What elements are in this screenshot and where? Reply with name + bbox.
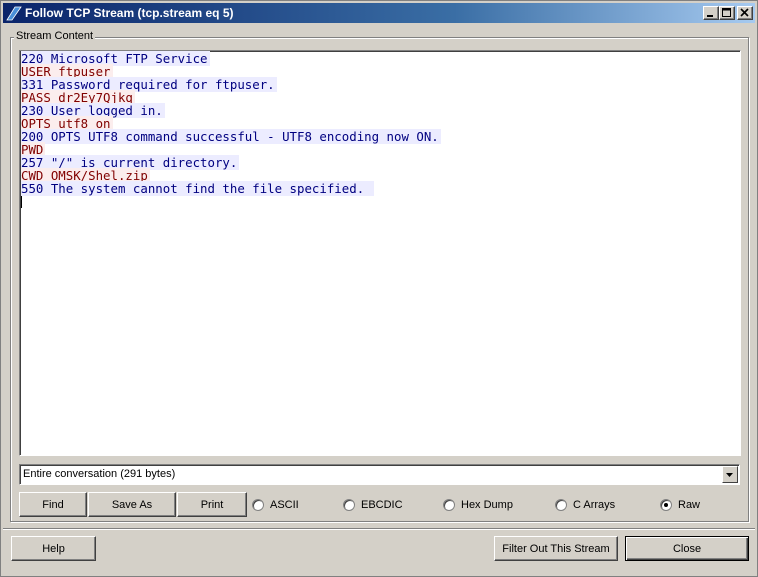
server-line: 230 User logged in. [21,103,740,118]
radio-label: Raw [678,499,701,511]
radio-button-icon[interactable] [555,499,567,511]
radio-label: EBCDIC [361,499,403,511]
radio-hex-dump[interactable]: Hex Dump [443,498,513,512]
close-window-button[interactable] [737,6,753,20]
minimize-icon [707,15,713,17]
radio-ebcdic[interactable]: EBCDIC [343,498,403,512]
help-button[interactable]: Help [11,536,96,561]
server-line: 200 OPTS UTF8 command successful - UTF8 … [21,129,740,144]
stream-content-label: Stream Content [14,30,96,42]
follow-tcp-stream-window: Follow TCP Stream (tcp.stream eq 5) Stre… [0,0,758,577]
find-button-label: Find [42,498,64,511]
print-button[interactable]: Print [177,492,247,517]
radio-button-icon[interactable] [343,499,355,511]
footer-divider [3,528,755,530]
window-title: Follow TCP Stream (tcp.stream eq 5) [25,6,234,20]
close-button-label: Close [672,542,702,555]
radio-raw[interactable]: Raw [660,498,700,512]
conversation-select[interactable]: Entire conversation (291 bytes) [19,464,740,485]
radio-label: Hex Dump [461,499,513,511]
dropdown-button[interactable] [722,466,738,483]
help-button-label: Help [42,542,65,555]
radio-button-icon[interactable] [252,499,264,511]
server-line: 550 The system cannot find the file spec… [21,181,740,196]
save-as-button-label: Save As [111,498,153,511]
radio-button-icon[interactable] [443,499,455,511]
radio-label: C Arrays [573,499,616,511]
close-icon [740,8,749,17]
radio-ascii[interactable]: ASCII [252,498,299,512]
maximize-icon [722,8,731,17]
stream-line-text: 200 OPTS UTF8 command successful - UTF8 … [21,129,441,144]
print-button-label: Print [200,498,224,511]
stream-text-area[interactable]: 220 Microsoft FTP Service USER ftpuser 331… [19,50,741,456]
filter-out-stream-button[interactable]: Filter Out This Stream [494,536,618,561]
close-button[interactable]: Close [625,536,749,561]
title-bar[interactable]: Follow TCP Stream (tcp.stream eq 5) [3,3,755,23]
minimize-button[interactable] [703,6,719,20]
radio-c-arrays[interactable]: C Arrays [555,498,615,512]
server-line: 220 Microsoft FTP Service [21,51,740,66]
radio-button-icon[interactable] [660,499,672,511]
filter-out-button-label: Filter Out This Stream [502,542,610,555]
maximize-button[interactable] [719,6,735,20]
radio-label: ASCII [270,499,299,511]
stream-line-text: 550 The system cannot find the file spec… [21,181,374,196]
text-caret [21,195,22,208]
save-as-button[interactable]: Save As [88,492,176,517]
wireshark-fin-icon [6,6,22,21]
conversation-select-value: Entire conversation (291 bytes) [23,468,176,480]
find-button[interactable]: Find [19,492,87,517]
chevron-down-icon [726,473,733,477]
